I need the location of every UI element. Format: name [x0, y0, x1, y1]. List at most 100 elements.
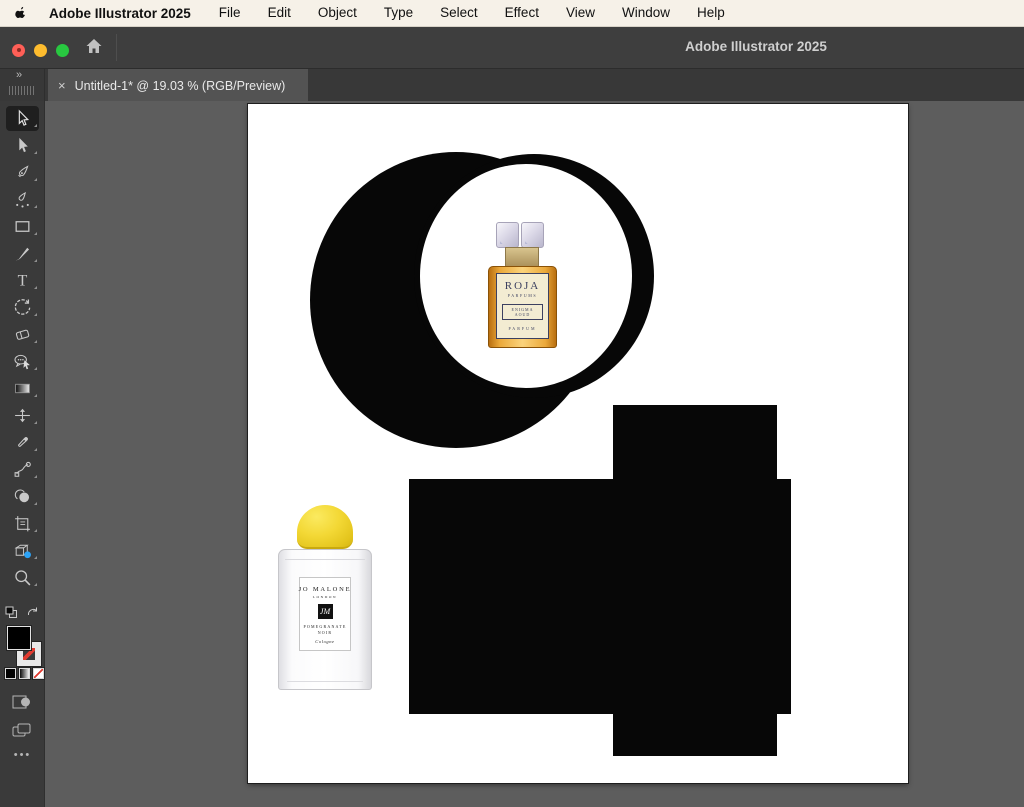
panel-grip-handle[interactable]	[9, 86, 35, 95]
comment-tool[interactable]	[0, 348, 45, 375]
jomalone-brand-text: JO MALONE	[299, 586, 352, 593]
slice-tool[interactable]	[0, 537, 45, 564]
roja-crystal-cap-left	[496, 222, 519, 248]
roja-label: ROJA PARFUMS ENIGMA AOUD PARFUM	[496, 273, 549, 339]
menu-item-object[interactable]: Object	[318, 5, 357, 20]
jomalone-bottle-body: JO MALONE LONDON JM POMEGRANATE NOIR Col…	[278, 549, 372, 690]
draw-mode-icon[interactable]	[11, 692, 33, 712]
horizontal-black-rectangle-shape[interactable]	[409, 479, 791, 714]
type-tool-icon: T	[13, 271, 32, 290]
menu-item-window[interactable]: Window	[622, 5, 670, 20]
eraser-tool-icon	[13, 325, 32, 344]
roja-brand-text: ROJA	[497, 280, 548, 292]
artboard[interactable]: ROJA PARFUMS ENIGMA AOUD PARFUM JO MALON…	[248, 104, 908, 783]
titlebar-divider	[116, 34, 117, 61]
more-tools-button[interactable]: •••	[0, 749, 45, 761]
artboard-tool[interactable]	[0, 510, 45, 537]
none-swatch-icon[interactable]	[33, 668, 44, 679]
selection-tool-icon	[6, 106, 39, 131]
home-icon	[84, 36, 104, 56]
roja-perfume-bottle-image[interactable]: ROJA PARFUMS ENIGMA AOUD PARFUM	[488, 222, 557, 348]
window-title: Adobe Illustrator 2025	[685, 39, 827, 54]
roja-sub-text: PARFUMS	[497, 293, 548, 298]
paintbrush-tool[interactable]	[0, 240, 45, 267]
rectangle-tool[interactable]	[0, 213, 45, 240]
eyedropper-tool[interactable]	[0, 429, 45, 456]
panel-expand-button[interactable]: »	[16, 69, 23, 81]
canvas-area[interactable]: ROJA PARFUMS ENIGMA AOUD PARFUM JO MALON…	[45, 101, 1024, 807]
menu-item-edit[interactable]: Edit	[268, 5, 291, 20]
jomalone-perfume-bottle-image[interactable]: JO MALONE LONDON JM POMEGRANATE NOIR Col…	[278, 505, 372, 690]
pen-tool[interactable]	[0, 159, 45, 186]
tool-list: T	[0, 105, 45, 591]
jomalone-fragrance-name-line2: NOIR	[318, 630, 333, 635]
symbol-tool[interactable]	[0, 483, 45, 510]
jomalone-monogram: JM	[318, 604, 333, 619]
jomalone-type-text: Cologne	[315, 639, 334, 644]
selection-tool[interactable]	[0, 105, 45, 132]
symbol-tool-icon	[13, 487, 32, 506]
paintbrush-tool-icon	[13, 244, 32, 263]
artboard-tool-icon	[13, 514, 32, 533]
minimize-window-button[interactable]	[34, 44, 47, 57]
home-button[interactable]	[84, 36, 106, 58]
width-tool-icon	[13, 406, 32, 425]
svg-text:T: T	[18, 273, 28, 290]
document-tab[interactable]: × Untitled-1* @ 19.03 % (RGB/Preview)	[48, 69, 308, 102]
default-fill-stroke-icon[interactable]	[5, 606, 18, 619]
window-title-bar: Adobe Illustrator 2025	[0, 27, 1024, 68]
menu-app-name[interactable]: Adobe Illustrator 2025	[49, 6, 191, 21]
jomalone-yellow-cap	[297, 505, 353, 549]
type-tool[interactable]: T	[0, 267, 45, 294]
width-tool[interactable]	[0, 402, 45, 429]
rectangle-tool-icon	[13, 217, 32, 236]
tab-close-icon[interactable]: ×	[58, 78, 66, 93]
zoom-tool-icon	[13, 568, 32, 587]
slice-tool-icon	[13, 541, 32, 560]
macos-menu-bar: Adobe Illustrator 2025 File Edit Object Typ…	[0, 0, 1024, 27]
close-window-button[interactable]	[12, 44, 25, 57]
gradient-tool[interactable]	[0, 375, 45, 402]
roja-type-text: PARFUM	[497, 326, 548, 331]
menu-item-effect[interactable]: Effect	[505, 5, 539, 20]
tools-panel: T •••	[0, 101, 45, 807]
tab-title: Untitled-1* @ 19.03 % (RGB/Preview)	[75, 79, 286, 93]
roja-bottle-body: ROJA PARFUMS ENIGMA AOUD PARFUM	[488, 266, 557, 348]
gradient-swatch-icon[interactable]	[19, 668, 30, 679]
eyedropper-tool-icon	[13, 433, 32, 452]
roja-fragrance-name: ENIGMA AOUD	[502, 304, 543, 320]
direct-selection-tool[interactable]	[0, 132, 45, 159]
menu-item-select[interactable]: Select	[440, 5, 478, 20]
color-swatch-icon[interactable]	[5, 668, 16, 679]
apple-icon[interactable]	[14, 5, 29, 22]
menu-item-help[interactable]: Help	[697, 5, 725, 20]
swap-fill-stroke-icon[interactable]	[26, 606, 39, 619]
eraser-tool[interactable]	[0, 321, 45, 348]
menu-item-view[interactable]: View	[566, 5, 595, 20]
roja-crystal-cap-right	[521, 222, 544, 248]
jomalone-label: JO MALONE LONDON JM POMEGRANATE NOIR Col…	[299, 577, 351, 651]
fill-color-swatch[interactable]	[7, 626, 31, 650]
jomalone-fragrance-name-line1: POMEGRANATE	[304, 624, 347, 629]
blend-tool[interactable]	[0, 456, 45, 483]
jomalone-city-text: LONDON	[313, 595, 337, 599]
pen-tool-icon	[13, 163, 32, 182]
fullscreen-window-button[interactable]	[56, 44, 69, 57]
rotate-tool[interactable]	[0, 294, 45, 321]
gradient-tool-icon	[13, 379, 32, 398]
tab-strip: » × Untitled-1* @ 19.03 % (RGB/Preview)	[0, 68, 1024, 101]
menu-item-type[interactable]: Type	[384, 5, 413, 20]
screen-mode-icon[interactable]	[11, 721, 33, 741]
comment-tool-icon	[13, 352, 32, 371]
swatch-controls	[0, 604, 45, 622]
roja-bottle-neck	[505, 247, 539, 268]
curvature-tool-icon	[13, 190, 32, 209]
tools-panel-header: »	[0, 69, 45, 102]
blend-tool-icon	[13, 460, 32, 479]
menu-items: File Edit Object Type Select Effect View Window…	[219, 4, 752, 22]
rotate-tool-icon	[13, 298, 32, 317]
color-type-buttons	[5, 668, 44, 679]
curvature-tool[interactable]	[0, 186, 45, 213]
menu-item-file[interactable]: File	[219, 5, 241, 20]
zoom-tool[interactable]	[0, 564, 45, 591]
